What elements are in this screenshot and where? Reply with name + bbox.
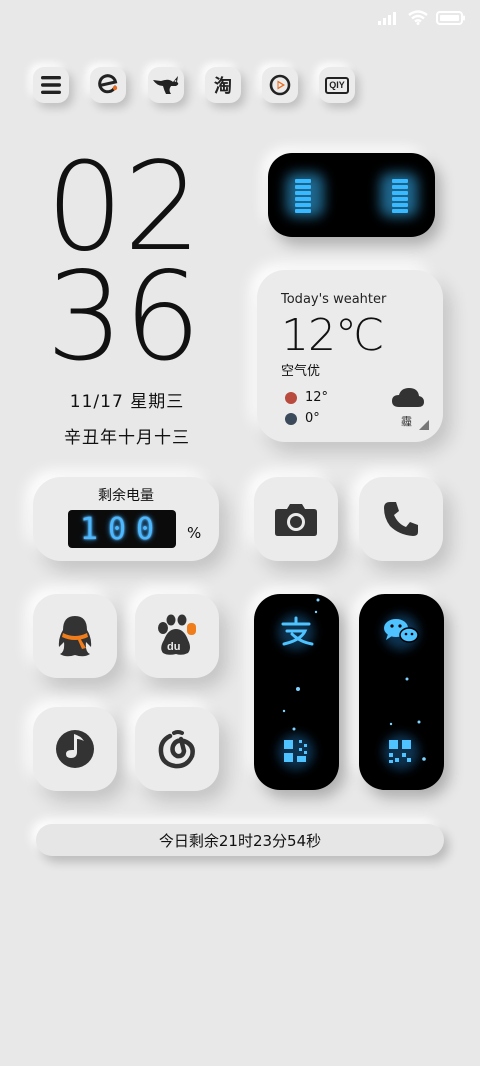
wechat-widget[interactable] bbox=[359, 594, 444, 790]
battery-unit: % bbox=[187, 524, 202, 542]
weather-condition: 霾 bbox=[401, 415, 412, 428]
battery-value: 100 bbox=[68, 510, 176, 548]
menu-icon bbox=[41, 76, 61, 94]
camera-icon bbox=[275, 504, 317, 536]
cloud-icon bbox=[392, 388, 424, 407]
glow-toggle-widget[interactable] bbox=[268, 153, 435, 237]
weather-high: 12° bbox=[305, 390, 329, 405]
kangaroo-app[interactable] bbox=[148, 67, 184, 103]
wifi-icon bbox=[408, 10, 428, 25]
svg-text:du: du bbox=[167, 641, 180, 653]
wechat-icon bbox=[383, 614, 426, 770]
kangaroo-app-icon bbox=[153, 76, 179, 94]
battery-icon bbox=[436, 10, 465, 25]
qq-penguin-icon bbox=[58, 616, 92, 657]
qq-app[interactable] bbox=[33, 594, 117, 678]
alipay-widget[interactable] bbox=[254, 594, 339, 790]
weather-high-row: 12° bbox=[285, 390, 328, 405]
low-temp-icon bbox=[285, 412, 297, 425]
video-app[interactable] bbox=[262, 67, 298, 103]
baidu-app[interactable]: du bbox=[135, 594, 219, 678]
iqiyi-label: QIY bbox=[329, 79, 345, 90]
countdown-text: 今日剩余21时23分54秒 bbox=[158, 831, 322, 850]
video-play-icon bbox=[269, 74, 291, 96]
day-countdown-bar: 今日剩余21时23分54秒 bbox=[36, 824, 444, 856]
date-lunar: 辛丑年十月十三 bbox=[64, 428, 190, 448]
high-temp-icon bbox=[285, 391, 297, 404]
weather-temperature: 12℃ bbox=[281, 310, 384, 361]
browser-icon bbox=[98, 74, 118, 94]
air-quality: 空气优 bbox=[281, 364, 321, 379]
weather-widget[interactable]: Today's weahter 12℃ 空气优 12° 0° 霾 bbox=[257, 270, 443, 442]
taobao-icon: 淘 bbox=[214, 76, 232, 97]
phone-icon bbox=[384, 502, 418, 536]
signal-icon bbox=[378, 11, 396, 25]
music-app[interactable] bbox=[33, 707, 117, 791]
weather-title: Today's weahter bbox=[281, 292, 387, 307]
date-gregorian: 11/17 星期三 bbox=[69, 392, 185, 412]
taobao-app[interactable]: 淘 bbox=[205, 67, 241, 103]
iqiyi-icon: QIY bbox=[325, 76, 349, 94]
alipay-icon bbox=[278, 598, 320, 770]
battery-label: 剩余电量 bbox=[98, 488, 154, 504]
menu-button[interactable] bbox=[33, 67, 69, 103]
music-note-icon bbox=[56, 730, 94, 768]
iqiyi-app[interactable]: QIY bbox=[319, 67, 355, 103]
phone-app[interactable] bbox=[359, 477, 443, 561]
weather-low: 0° bbox=[305, 411, 320, 426]
browser-app[interactable] bbox=[90, 67, 126, 103]
netease-music-app[interactable] bbox=[135, 707, 219, 791]
netease-music-icon bbox=[158, 730, 195, 769]
camera-app[interactable] bbox=[254, 477, 338, 561]
battery-widget: 剩余电量 100 % bbox=[33, 477, 219, 561]
corner-indicator-icon bbox=[419, 420, 429, 430]
weather-low-row: 0° bbox=[285, 411, 320, 426]
baidu-paw-icon: du bbox=[158, 614, 196, 655]
clock-minute: 36 bbox=[46, 246, 202, 388]
glow-bars-icon bbox=[286, 173, 418, 217]
status-bar bbox=[378, 10, 466, 25]
